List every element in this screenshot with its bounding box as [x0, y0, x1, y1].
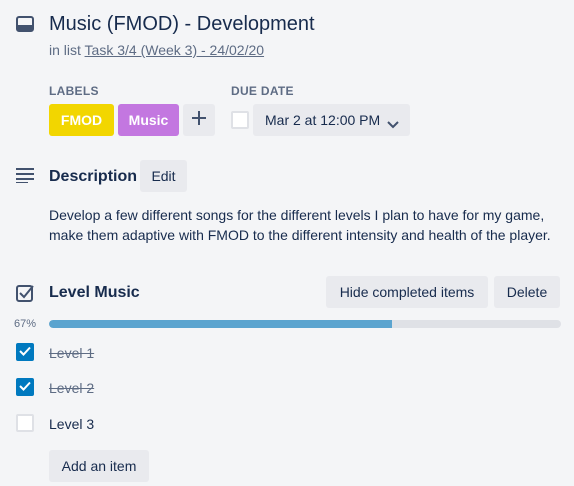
hide-completed-button[interactable]: Hide completed items	[326, 276, 488, 308]
in-list-prefix: in list	[49, 42, 81, 58]
progress-fill	[49, 320, 393, 328]
label-music[interactable]: Music	[118, 104, 179, 136]
check-icon	[19, 343, 31, 361]
checklist-icon	[16, 284, 34, 302]
edit-description-button[interactable]: Edit	[140, 160, 187, 192]
card-title[interactable]: Music (FMOD) - Development	[49, 11, 315, 37]
add-label-button[interactable]	[183, 104, 215, 136]
due-date-complete-checkbox[interactable]	[231, 111, 249, 129]
list-link[interactable]: Task 3/4 (Week 3) - 24/02/20	[85, 42, 265, 58]
progress-percent: 67%	[14, 318, 37, 330]
due-date-value: Mar 2 at 12:00 PM	[265, 112, 381, 128]
item-checkbox-level-2[interactable]	[16, 378, 34, 396]
plus-icon	[192, 110, 206, 130]
description-text[interactable]: Develop a few different songs for the di…	[49, 205, 564, 245]
label-fmod[interactable]: FMOD	[49, 104, 114, 136]
item-label-level-3[interactable]: Level 3	[49, 415, 94, 433]
in-list-text: in list Task 3/4 (Week 3) - 24/02/20	[49, 41, 264, 59]
due-date-heading: Due Date	[231, 84, 294, 98]
item-label-level-1[interactable]: Level 1	[49, 344, 94, 362]
chevron-down-icon	[387, 116, 399, 132]
item-label-level-2[interactable]: Level 2	[49, 379, 94, 397]
checklist-title[interactable]: Level Music	[49, 283, 140, 303]
check-icon	[19, 378, 31, 396]
description-heading: Description	[49, 168, 138, 185]
card-icon	[16, 16, 34, 32]
due-date-button[interactable]: Mar 2 at 12:00 PM	[253, 104, 410, 136]
progress-bar	[49, 320, 561, 328]
description-icon	[16, 167, 36, 183]
item-checkbox-level-1[interactable]	[16, 343, 34, 361]
delete-checklist-button[interactable]: Delete	[494, 276, 560, 308]
labels-heading: Labels	[49, 84, 99, 98]
item-checkbox-level-3[interactable]	[16, 414, 34, 432]
add-item-button[interactable]: Add an item	[49, 450, 149, 482]
